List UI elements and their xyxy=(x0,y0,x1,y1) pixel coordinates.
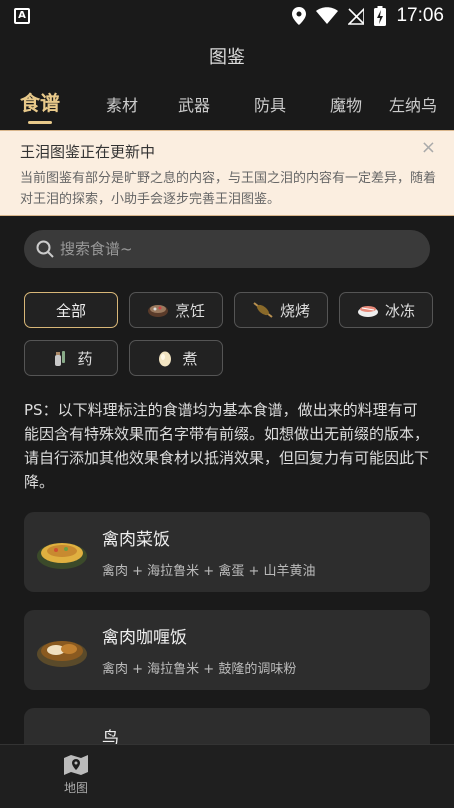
filter-boil[interactable]: 煮 xyxy=(129,340,223,376)
map-icon xyxy=(64,755,88,775)
bottom-navigation: 地图 xyxy=(0,744,454,808)
filter-label: 冰冻 xyxy=(384,301,415,320)
recipe-dish-icon xyxy=(37,543,87,569)
tab-recipes[interactable]: 食谱 xyxy=(10,87,70,128)
page-title: 图鉴 xyxy=(209,47,245,68)
search-input[interactable] xyxy=(60,240,360,258)
recipe-card[interactable]: 禽肉菜饭 禽肉 + 海拉鲁米 + 禽蛋 + 山羊黄油 xyxy=(24,512,430,592)
notice-body: 当前图鉴有部分是旷野之息的内容，与王国之泪的内容有一定差异，随着对王泪的探索，小… xyxy=(20,171,437,207)
nav-map-label: 地图 xyxy=(63,781,88,795)
status-bar: A 17:06 xyxy=(0,0,454,32)
recipe-card[interactable]: 禽肉咖喱饭 禽肉 + 海拉鲁米 + 鼓隆的调味粉 xyxy=(24,610,430,690)
tab-armor[interactable]: 防具 xyxy=(230,92,310,128)
wifi-icon xyxy=(316,7,339,24)
category-tabs: 食谱 素材 武器 防具 魔物 左纳乌 xyxy=(0,84,454,128)
search-bar[interactable] xyxy=(24,230,430,268)
nav-map[interactable]: 地图 xyxy=(50,753,102,796)
recipe-name: 禽肉咖喱饭 xyxy=(102,628,187,648)
clock: 17:06 xyxy=(396,5,444,26)
filter-label: 煮 xyxy=(182,349,198,368)
pot-icon xyxy=(147,301,169,319)
notice-title: 王泪图鉴正在更新中 xyxy=(20,143,156,161)
recipe-filters: 全部 烹饪 烧烤 冰冻 药 煮 xyxy=(24,292,433,376)
skewer-icon xyxy=(252,301,274,319)
filter-roast[interactable]: 烧烤 xyxy=(234,292,328,328)
recipe-ingredients: 禽肉 + 海拉鲁米 + 禽蛋 + 山羊黄油 xyxy=(102,564,316,579)
filter-label: 药 xyxy=(77,349,93,368)
filter-label: 烹饪 xyxy=(174,301,205,320)
close-icon[interactable]: × xyxy=(421,137,436,158)
recipe-dish-icon xyxy=(37,641,87,667)
tab-weapons[interactable]: 武器 xyxy=(158,92,230,128)
search-icon xyxy=(36,240,54,258)
filter-all[interactable]: 全部 xyxy=(24,292,118,328)
app-notification-icon: A xyxy=(14,8,30,24)
recipe-note: PS：以下料理标注的食谱均为基本食谱，做出来的料理有可能因含有特殊效果而名字带有… xyxy=(24,401,430,491)
recipe-ingredients: 禽肉 + 海拉鲁米 + 鼓隆的调味粉 xyxy=(102,662,297,677)
filter-freeze[interactable]: 冰冻 xyxy=(339,292,433,328)
filter-cook[interactable]: 烹饪 xyxy=(129,292,223,328)
location-icon xyxy=(292,7,307,25)
potion-icon xyxy=(49,349,71,367)
no-signal-icon xyxy=(348,7,365,25)
tab-monsters[interactable]: 魔物 xyxy=(310,92,382,128)
filter-label: 全部 xyxy=(55,301,86,320)
recipe-name: 禽肉菜饭 xyxy=(102,530,170,550)
egg-icon xyxy=(154,349,176,367)
filter-label: 烧烤 xyxy=(279,301,310,320)
sushi-icon xyxy=(357,301,379,319)
tab-materials[interactable]: 素材 xyxy=(70,92,158,128)
update-notice: 王泪图鉴正在更新中 当前图鉴有部分是旷野之息的内容，与王国之泪的内容有一定差异，… xyxy=(0,130,454,216)
battery-icon xyxy=(374,6,387,26)
tab-zonai[interactable]: 左纳乌 xyxy=(382,92,444,128)
filter-medicine[interactable]: 药 xyxy=(24,340,118,376)
